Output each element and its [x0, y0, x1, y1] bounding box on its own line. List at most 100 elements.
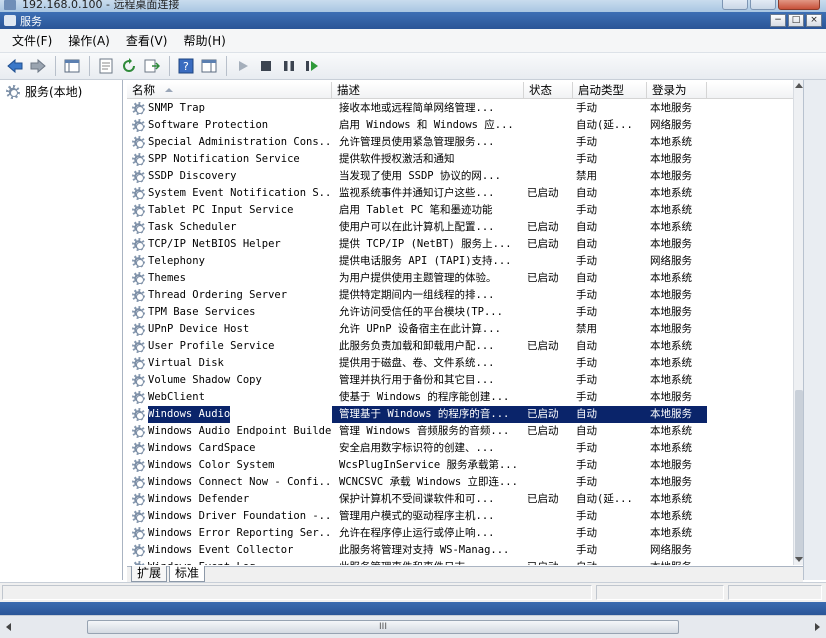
- service-gear-icon: [132, 408, 145, 421]
- service-log-on-as: 本地服务: [650, 323, 692, 335]
- service-log-on-as: 网络服务: [650, 544, 692, 556]
- vertical-scrollbar[interactable]: [793, 80, 803, 565]
- service-description: 安全启用数字标识符的创建、...: [339, 442, 495, 454]
- service-row[interactable]: SSDP Discovery 当发现了使用 SSDP 协议的网... 禁用 本地服务: [127, 168, 803, 185]
- help-icon[interactable]: ?: [175, 55, 197, 77]
- rdp-close-button[interactable]: [778, 0, 820, 10]
- service-name: Telephony: [148, 255, 205, 267]
- rdp-maximize-button[interactable]: [750, 0, 776, 10]
- minimize-button[interactable]: −: [770, 14, 786, 27]
- service-startup-type: 手动: [576, 510, 597, 522]
- service-row[interactable]: Windows Color System WcsPlugInService 服务承…: [127, 457, 803, 474]
- service-row[interactable]: Windows Defender 保护计算机不受间谍软件和可... 已启动 自动(延.…: [127, 491, 803, 508]
- column-header-log-on-as[interactable]: 登录为: [647, 82, 707, 99]
- column-header-startup-type[interactable]: 启动类型: [573, 82, 647, 99]
- column-header-name[interactable]: 名称: [127, 82, 332, 99]
- service-row[interactable]: Telephony 提供电话服务 API (TAPI)支持... 手动 网络服务: [127, 253, 803, 270]
- service-row[interactable]: Windows Connect Now - Confi... WCNCSVC 承载…: [127, 474, 803, 491]
- service-status: [524, 168, 573, 185]
- service-status: [524, 440, 573, 457]
- horizontal-scroll-thumb[interactable]: III: [87, 620, 679, 634]
- service-description: WcsPlugInService 服务承载第...: [339, 459, 518, 471]
- scroll-up-arrow-icon[interactable]: [795, 83, 803, 88]
- service-name-cell: Special Administration Cons...: [127, 134, 332, 151]
- service-row[interactable]: Volume Shadow Copy 管理并执行用于备份和其它目... 手动 本地系统: [127, 372, 803, 389]
- properties-icon[interactable]: [95, 55, 117, 77]
- menu-help[interactable]: 帮助(H): [175, 29, 233, 53]
- service-row[interactable]: Windows CardSpace 安全启用数字标识符的创建、... 手动 本地系统: [127, 440, 803, 457]
- service-name: Windows Error Reporting Ser...: [148, 527, 332, 539]
- column-header-description[interactable]: 描述: [332, 82, 524, 99]
- service-name: Windows CardSpace: [148, 442, 256, 454]
- service-row[interactable]: Tablet PC Input Service 启用 Tablet PC 笔和墨迹…: [127, 202, 803, 219]
- service-gear-icon: [132, 459, 145, 472]
- menu-action[interactable]: 操作(A): [60, 29, 118, 53]
- tree-node-services-local[interactable]: 服务(本地): [0, 80, 122, 103]
- toolbar: ?: [0, 53, 826, 80]
- service-row[interactable]: Windows Audio Endpoint Builder 管理 Windows…: [127, 423, 803, 440]
- service-name-cell: Windows Audio Endpoint Builder: [127, 423, 332, 440]
- refresh-icon[interactable]: [118, 55, 140, 77]
- service-row[interactable]: UPnP Device Host 允许 UPnP 设备宿主在此计算... 禁用 本地服…: [127, 321, 803, 338]
- service-row[interactable]: TCP/IP NetBIOS Helper 提供 TCP/IP (NetBT) 服…: [127, 236, 803, 253]
- service-description: 管理用户模式的驱动程序主机...: [339, 510, 495, 522]
- service-description: 允许 UPnP 设备宿主在此计算...: [339, 323, 501, 335]
- close-button[interactable]: ×: [806, 14, 822, 27]
- list-header: 名称 描述 状态 启动类型 登录为: [127, 82, 803, 99]
- show-action-pane-icon[interactable]: [198, 55, 220, 77]
- export-list-icon[interactable]: [141, 55, 163, 77]
- service-row[interactable]: WebClient 使基于 Windows 的程序能创建... 手动 本地服务: [127, 389, 803, 406]
- scroll-right-arrow-icon[interactable]: [815, 623, 820, 631]
- stop-service-icon[interactable]: [255, 55, 277, 77]
- service-row[interactable]: Themes 为用户提供使用主题管理的体验。 已启动 自动 本地系统: [127, 270, 803, 287]
- service-gear-icon: [132, 527, 145, 540]
- service-status: [524, 304, 573, 321]
- service-row[interactable]: Special Administration Cons... 允许管理员使用紧急管…: [127, 134, 803, 151]
- forward-arrow-icon[interactable]: [27, 55, 49, 77]
- service-row[interactable]: Windows Event Log 此服务管理事件和事件日志...已启动自动本地服…: [127, 559, 803, 565]
- scroll-down-arrow-icon[interactable]: [795, 557, 803, 562]
- show-hide-console-tree-icon[interactable]: [61, 55, 83, 77]
- service-name: Windows Event Collector: [148, 544, 294, 556]
- services-list: 名称 描述 状态 启动类型 登录为 SNMP Trap 接收本地或远程简单网络管理…: [127, 80, 803, 580]
- service-startup-type: 手动: [576, 459, 597, 471]
- service-row[interactable]: Windows Error Reporting Ser... 允许在程序停止运行或…: [127, 525, 803, 542]
- tab-extended[interactable]: 扩展: [131, 566, 168, 582]
- pause-service-icon[interactable]: [278, 55, 300, 77]
- service-row[interactable]: SPP Notification Service 提供软件授权激活和通知 手动 本地服…: [127, 151, 803, 168]
- service-log-on-as: 本地系统: [650, 340, 692, 352]
- service-log-on-as: 本地系统: [650, 510, 692, 522]
- tab-standard[interactable]: 标准: [169, 566, 206, 582]
- service-name-cell: Telephony: [127, 253, 332, 270]
- column-header-status[interactable]: 状态: [524, 82, 573, 99]
- service-row[interactable]: System Event Notification S... 监视系统事件并通知订…: [127, 185, 803, 202]
- window-bottom-border: [0, 602, 826, 615]
- menu-file[interactable]: 文件(F): [4, 29, 60, 53]
- service-row[interactable]: Software Protection 启用 Windows 和 Windows …: [127, 117, 803, 134]
- service-row[interactable]: Task Scheduler 使用户可以在此计算机上配置... 已启动 自动 本地系统: [127, 219, 803, 236]
- service-row[interactable]: SNMP Trap 接收本地或远程简单网络管理... 手动 本地服务: [127, 100, 803, 117]
- service-row[interactable]: User Profile Service 此服务负责加载和卸载用户配... 已启动 自…: [127, 338, 803, 355]
- scroll-thumb[interactable]: [795, 390, 803, 560]
- service-row[interactable]: Windows Audio 管理基于 Windows 的程序的音... 已启动 自动 本…: [127, 406, 803, 423]
- service-gear-icon: [132, 306, 145, 319]
- service-log-on-as: 本地服务: [650, 306, 692, 318]
- service-description: 此服务将管理对支持 WS-Manag...: [339, 544, 510, 556]
- maximize-button[interactable]: □: [788, 14, 804, 27]
- service-startup-type: 自动: [576, 221, 597, 233]
- service-row[interactable]: TPM Base Services 允许访问受信任的平台模块(TP... 手动 本地服…: [127, 304, 803, 321]
- service-row[interactable]: Windows Driver Foundation -... 管理用户模式的驱动程…: [127, 508, 803, 525]
- start-service-icon[interactable]: [232, 55, 254, 77]
- tree-node-label: 服务(本地): [25, 85, 83, 99]
- service-row[interactable]: Windows Event Collector 此服务将管理对支持 WS-Mana…: [127, 542, 803, 559]
- service-row[interactable]: Thread Ordering Server 提供特定期间内一组线程的排... 手动…: [127, 287, 803, 304]
- back-arrow-icon[interactable]: [4, 55, 26, 77]
- menu-view[interactable]: 查看(V): [118, 29, 176, 53]
- scroll-left-arrow-icon[interactable]: [6, 623, 11, 631]
- restart-service-icon[interactable]: [301, 55, 323, 77]
- rdp-minimize-button[interactable]: [722, 0, 748, 10]
- service-startup-type: 手动: [576, 357, 597, 369]
- service-row[interactable]: Virtual Disk 提供用于磁盘、卷、文件系统... 手动 本地系统: [127, 355, 803, 372]
- service-startup-type: 自动: [576, 340, 597, 352]
- horizontal-scrollbar[interactable]: III: [0, 615, 826, 638]
